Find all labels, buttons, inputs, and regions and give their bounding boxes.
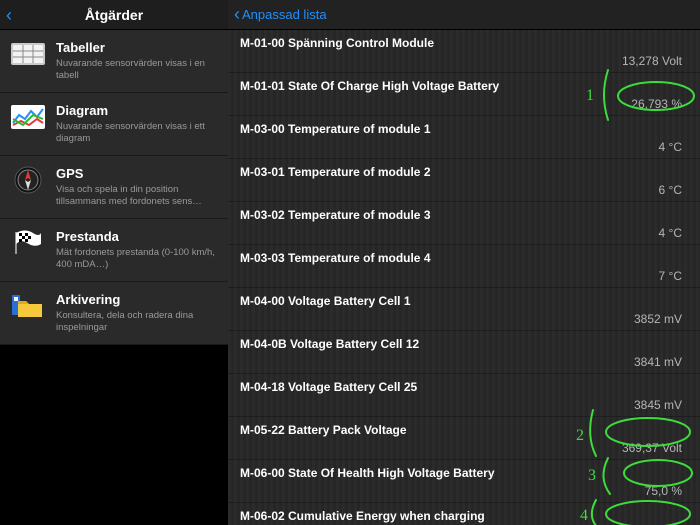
- sidebar-item-label: Arkivering: [56, 292, 218, 308]
- back-label[interactable]: Anpassad lista: [242, 7, 327, 22]
- list-item[interactable]: M-03-01 Temperature of module 2 6 °C: [228, 159, 700, 202]
- sidebar-item-label: Diagram: [56, 103, 218, 119]
- sidebar-menu: Tabeller Nuvarande sensorvärden visas i …: [0, 30, 228, 345]
- back-icon[interactable]: ‹: [6, 6, 12, 24]
- sidebar-item-tabeller[interactable]: Tabeller Nuvarande sensorvärden visas i …: [0, 30, 228, 93]
- list-item[interactable]: M-04-18 Voltage Battery Cell 25 3845 mV: [228, 374, 700, 417]
- table-icon: [10, 40, 46, 68]
- row-value: 3852 mV: [240, 312, 682, 326]
- row-value: 6 °C: [240, 183, 682, 197]
- sidebar-item-label: Tabeller: [56, 40, 218, 56]
- list-item[interactable]: M-03-02 Temperature of module 3 4 °C: [228, 202, 700, 245]
- row-value: 13,278 Volt: [240, 54, 682, 68]
- folder-icon: [10, 292, 46, 320]
- list-item[interactable]: M-05-22 Battery Pack Voltage 369,37 Volt: [228, 417, 700, 460]
- row-label: M-04-18 Voltage Battery Cell 25: [240, 380, 682, 394]
- row-value: 26,793 %: [240, 97, 682, 111]
- row-value: 3845 mV: [240, 398, 682, 412]
- list-item[interactable]: M-04-00 Voltage Battery Cell 1 3852 mV: [228, 288, 700, 331]
- list-item[interactable]: M-06-02 Cumulative Energy when charging …: [228, 503, 700, 525]
- sidebar-title: Åtgärder: [85, 7, 143, 23]
- sensor-list[interactable]: M-01-00 Spänning Control Module 13,278 V…: [228, 30, 700, 525]
- sidebar-item-diagram[interactable]: Diagram Nuvarande sensorvärden visas i e…: [0, 93, 228, 156]
- list-item[interactable]: M-01-01 State Of Charge High Voltage Bat…: [228, 73, 700, 116]
- list-item[interactable]: M-04-0B Voltage Battery Cell 12 3841 mV: [228, 331, 700, 374]
- row-value: 7 °C: [240, 269, 682, 283]
- sidebar-item-desc: Nuvarande sensorvärden visas i en tabell: [56, 58, 218, 82]
- row-label: M-03-00 Temperature of module 1: [240, 122, 682, 136]
- row-label: M-05-22 Battery Pack Voltage: [240, 423, 682, 437]
- sidebar-item-prestanda[interactable]: Prestanda Mät fordonets prestanda (0-100…: [0, 219, 228, 282]
- sidebar-item-desc: Mät fordonets prestanda (0-100 km/h, 400…: [56, 247, 218, 271]
- row-value: 369,37 Volt: [240, 441, 682, 455]
- row-value: 4 °C: [240, 226, 682, 240]
- sidebar-item-desc: Nuvarande sensorvärden visas i ett diagr…: [56, 121, 218, 145]
- main-panel: ‹ Anpassad lista M-01-00 Spänning Contro…: [228, 0, 700, 525]
- sidebar-item-desc: Visa och spela in din position tillsamma…: [56, 184, 218, 208]
- row-label: M-01-00 Spänning Control Module: [240, 36, 682, 50]
- list-item[interactable]: M-03-03 Temperature of module 4 7 °C: [228, 245, 700, 288]
- row-value: 3841 mV: [240, 355, 682, 369]
- sidebar-empty: [0, 345, 228, 525]
- row-label: M-06-02 Cumulative Energy when charging: [240, 509, 682, 523]
- row-label: M-01-01 State Of Charge High Voltage Bat…: [240, 79, 682, 93]
- row-label: M-03-01 Temperature of module 2: [240, 165, 682, 179]
- chart-icon: [10, 103, 46, 131]
- row-label: M-04-00 Voltage Battery Cell 1: [240, 294, 682, 308]
- flag-icon: [10, 229, 46, 257]
- back-icon[interactable]: ‹: [234, 4, 240, 25]
- compass-icon: [10, 166, 46, 194]
- main-header: ‹ Anpassad lista: [228, 0, 700, 30]
- sidebar-item-desc: Konsultera, dela och radera dina inspeln…: [56, 310, 218, 334]
- row-label: M-03-03 Temperature of module 4: [240, 251, 682, 265]
- row-label: M-06-00 State Of Health High Voltage Bat…: [240, 466, 682, 480]
- sidebar-item-label: Prestanda: [56, 229, 218, 245]
- row-label: M-04-0B Voltage Battery Cell 12: [240, 337, 682, 351]
- row-value: 4 °C: [240, 140, 682, 154]
- list-item[interactable]: M-03-00 Temperature of module 1 4 °C: [228, 116, 700, 159]
- sidebar-header: ‹ Åtgärder: [0, 0, 228, 30]
- list-item[interactable]: M-06-00 State Of Health High Voltage Bat…: [228, 460, 700, 503]
- sidebar-item-gps[interactable]: GPS Visa och spela in din position tills…: [0, 156, 228, 219]
- list-item[interactable]: M-01-00 Spänning Control Module 13,278 V…: [228, 30, 700, 73]
- sidebar-item-label: GPS: [56, 166, 218, 182]
- row-label: M-03-02 Temperature of module 3: [240, 208, 682, 222]
- sidebar-item-arkivering[interactable]: Arkivering Konsultera, dela och radera d…: [0, 282, 228, 345]
- sidebar: ‹ Åtgärder Tabeller Nuvarande sensorvärd…: [0, 0, 228, 525]
- row-value: 75,0 %: [240, 484, 682, 498]
